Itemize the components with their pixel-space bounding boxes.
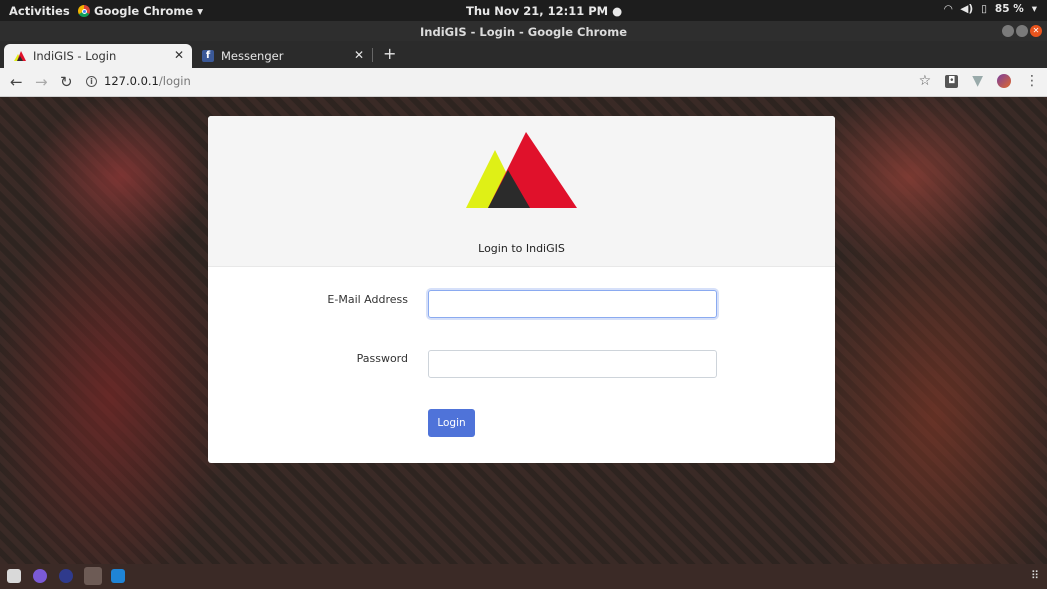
tab-indigis-login[interactable]: IndiGIS - Login ✕ — [4, 44, 192, 68]
extension-icon[interactable]: ◘ — [945, 74, 959, 88]
indigis-logo — [466, 132, 577, 208]
battery-icon: ▯ — [981, 3, 987, 15]
window-title: IndiGIS - Login - Google Chrome — [420, 25, 627, 39]
email-label: E-Mail Address — [327, 293, 408, 306]
taskbar: ⠿ — [0, 564, 1047, 589]
menu-kebab-icon[interactable]: ⋮ — [1025, 73, 1039, 89]
chevron-down-icon: ▾ — [1031, 3, 1037, 15]
show-applications-icon[interactable]: ⠿ — [1031, 569, 1039, 582]
maximize-button[interactable] — [1016, 25, 1028, 37]
app-menu-label: Google Chrome — [94, 4, 194, 18]
close-tab-icon[interactable]: ✕ — [354, 48, 364, 62]
address-bar[interactable]: i 127.0.0.1/login — [86, 74, 191, 88]
night-mode-icon[interactable] — [59, 569, 73, 583]
chrome-icon — [78, 5, 90, 17]
activities-button[interactable]: Activities — [9, 4, 70, 18]
url-path: /login — [158, 74, 191, 88]
bookmark-star-icon[interactable]: ☆ — [919, 73, 932, 89]
forward-arrow-icon[interactable]: → — [35, 73, 48, 91]
battery-label: 85 % — [994, 3, 1024, 15]
viber-icon[interactable] — [33, 569, 47, 583]
page-background: Login to IndiGIS E-Mail Address Password… — [0, 97, 1047, 564]
tab-messenger[interactable]: f Messenger ✕ — [192, 44, 372, 68]
email-field[interactable] — [428, 290, 717, 318]
tab-label: Messenger — [221, 49, 284, 63]
close-tab-icon[interactable]: ✕ — [174, 48, 184, 62]
window-controls: ✕ — [1002, 25, 1042, 37]
login-title: Login to IndiGIS — [478, 242, 565, 255]
profile-avatar[interactable] — [997, 74, 1011, 88]
wifi-icon: ◠ — [944, 3, 953, 15]
browser-toolbar: ← → ↻ i 127.0.0.1/login ☆ ◘ ▼ ⋮ — [0, 68, 1047, 97]
login-card: Login to IndiGIS E-Mail Address Password… — [208, 116, 835, 463]
clock-label: Thu Nov 21, 12:11 PM — [466, 4, 609, 18]
login-card-header: Login to IndiGIS — [208, 116, 835, 267]
url-host: 127.0.0.1 — [104, 74, 159, 88]
vue-devtools-icon[interactable]: ▼ — [972, 73, 983, 89]
system-top-bar: Activities Google Chrome ▾ Thu Nov 21, 1… — [0, 0, 1047, 21]
vscode-icon[interactable] — [111, 569, 125, 583]
clock[interactable]: Thu Nov 21, 12:11 PM ● — [466, 4, 622, 18]
facebook-favicon-icon: f — [202, 50, 214, 62]
files-icon[interactable] — [7, 569, 21, 583]
close-window-button[interactable]: ✕ — [1030, 25, 1042, 37]
window-title-bar: IndiGIS - Login - Google Chrome ✕ — [0, 21, 1047, 41]
tab-label: IndiGIS - Login — [33, 49, 117, 63]
password-field[interactable] — [428, 350, 717, 378]
chrome-dock-icon[interactable] — [84, 567, 102, 585]
tab-divider — [372, 48, 373, 62]
tab-strip: IndiGIS - Login ✕ f Messenger ✕ — [0, 41, 1047, 68]
app-menu[interactable]: Google Chrome ▾ — [78, 4, 203, 18]
chevron-down-icon: ▾ — [197, 4, 203, 18]
reload-icon[interactable]: ↻ — [60, 73, 73, 91]
site-info-icon[interactable]: i — [86, 75, 97, 87]
new-tab-button[interactable]: + — [383, 44, 396, 63]
indigis-favicon-icon — [14, 51, 26, 61]
volume-icon: ◀) — [960, 3, 974, 15]
toolbar-actions: ☆ ◘ ▼ ⋮ — [919, 73, 1039, 89]
login-button[interactable]: Login — [428, 409, 475, 437]
minimize-button[interactable] — [1002, 25, 1014, 37]
system-tray[interactable]: ◠ ◀) ▯ 85 % ▾ — [944, 3, 1037, 15]
password-label: Password — [356, 352, 408, 365]
back-arrow-icon[interactable]: ← — [10, 73, 23, 91]
